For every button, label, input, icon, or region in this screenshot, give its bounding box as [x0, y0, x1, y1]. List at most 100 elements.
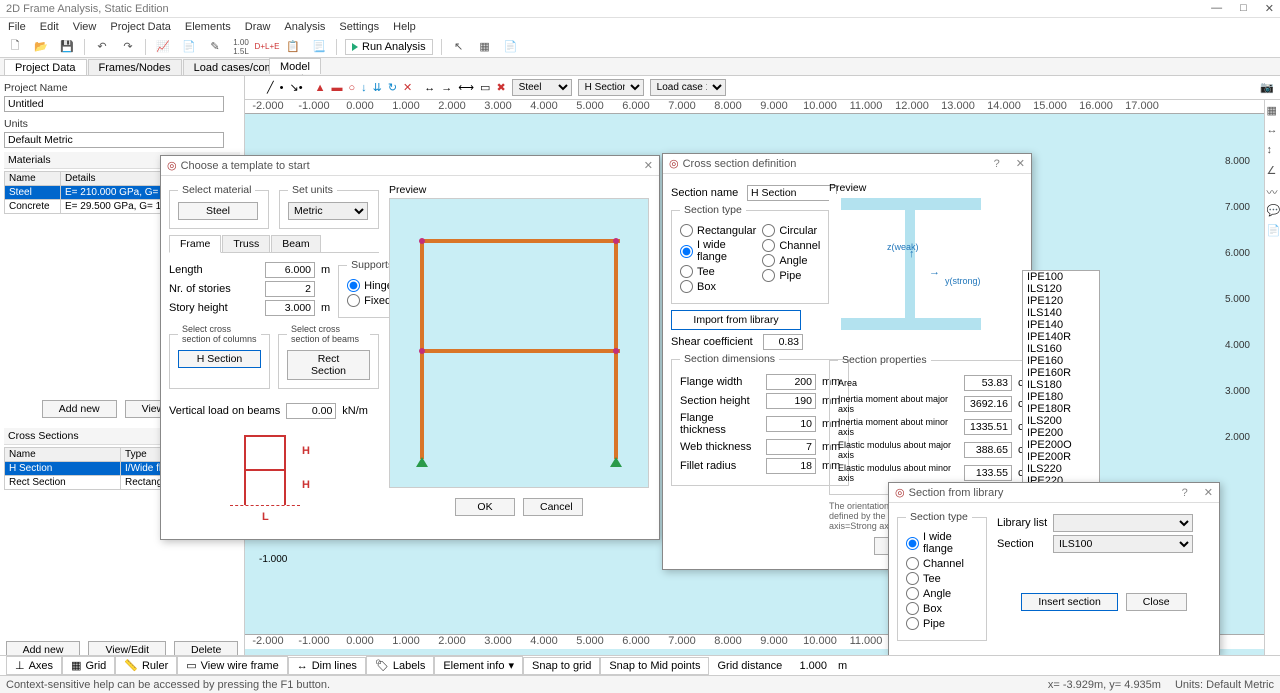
arrow-r-icon[interactable]: → [441, 82, 452, 94]
snap-mid-toggle[interactable]: Snap to Mid points [600, 657, 709, 675]
grid-icon[interactable]: ▦ [476, 38, 494, 56]
lib-item[interactable]: ILS160 [1023, 343, 1099, 355]
lib-item[interactable]: IPE140R [1023, 331, 1099, 343]
story-height-input[interactable] [265, 300, 315, 316]
stories-input[interactable] [265, 281, 315, 297]
grid-toggle[interactable]: ▦Grid [62, 656, 115, 675]
type-iwide-radio[interactable] [680, 245, 693, 258]
length-input[interactable] [265, 262, 315, 278]
lib-item[interactable]: IPE160R [1023, 367, 1099, 379]
labels-toggle[interactable]: 🏷Labels [366, 656, 434, 675]
doc-icon[interactable]: 📋 [284, 38, 302, 56]
dim-icon[interactable]: ⟷ [458, 81, 474, 94]
type-tee-radio[interactable] [680, 265, 693, 278]
tab-model[interactable]: Model [269, 58, 321, 74]
delete-icon[interactable]: ✕ [403, 81, 412, 94]
cs-columns-button[interactable]: H Section [178, 350, 261, 368]
insert-section-button[interactable]: Insert section [1021, 593, 1117, 611]
lib-item[interactable]: ILS180 [1023, 379, 1099, 391]
cs-beams-button[interactable]: Rect Section [287, 350, 370, 380]
lib-channel-radio[interactable] [906, 557, 919, 570]
tab-frame[interactable]: Frame [169, 235, 221, 253]
lib-help-icon[interactable]: ? [1182, 487, 1188, 499]
snap-icon[interactable]: ↘• [289, 81, 302, 94]
support-fixed-icon[interactable]: ▬ [331, 82, 342, 94]
rt-arrow-icon[interactable]: ↔ [1267, 124, 1279, 136]
type-circ-radio[interactable] [762, 224, 775, 237]
type-pipe-radio[interactable] [762, 269, 775, 282]
maximize-icon[interactable]: □ [1240, 2, 1247, 15]
arrow-h-icon[interactable]: ↔ [424, 82, 435, 94]
draw-line-icon[interactable]: ╱ [267, 81, 274, 94]
lib-item[interactable]: IPE200O [1023, 439, 1099, 451]
support-fixed-radio[interactable] [347, 294, 360, 307]
dim-toggle[interactable]: ↔Dim lines [288, 657, 366, 675]
support-hinged-radio[interactable] [347, 279, 360, 292]
dim-input[interactable] [766, 374, 816, 390]
library-list-select[interactable] [1053, 514, 1193, 532]
lib-item[interactable]: IPE200R [1023, 451, 1099, 463]
redo-icon[interactable]: ↷ [119, 38, 137, 56]
template-cancel-button[interactable]: Cancel [523, 498, 583, 516]
lib-tee-radio[interactable] [906, 572, 919, 585]
hinge-icon[interactable]: ○ [348, 82, 355, 94]
menu-draw[interactable]: Draw [245, 21, 271, 33]
undo-icon[interactable]: ↶ [93, 38, 111, 56]
lib-item[interactable]: IPE120 [1023, 295, 1099, 307]
menu-analysis[interactable]: Analysis [284, 21, 325, 33]
menu-help[interactable]: Help [393, 21, 416, 33]
tab-beam[interactable]: Beam [271, 235, 320, 252]
new-icon[interactable]: 🗋 [6, 38, 24, 56]
menu-settings[interactable]: Settings [339, 21, 379, 33]
lib-item[interactable]: ILS140 [1023, 307, 1099, 319]
loadcase-select[interactable]: Load case 1 [650, 79, 726, 96]
snap-grid-toggle[interactable]: Snap to grid [523, 657, 600, 675]
dim-input[interactable] [766, 416, 816, 432]
del2-icon[interactable]: ✖ [496, 81, 505, 94]
rt-angle-icon[interactable]: ∠ [1267, 164, 1279, 176]
rt-curve-icon[interactable]: 〰 [1267, 184, 1279, 196]
page-icon[interactable]: 📃 [310, 38, 328, 56]
menu-project-data[interactable]: Project Data [110, 21, 171, 33]
tab-frames-nodes[interactable]: Frames/Nodes [88, 59, 182, 75]
rt-doc-icon[interactable]: 📄 [1267, 224, 1279, 236]
materials-addnew-button[interactable]: Add new [42, 400, 117, 418]
tab-truss[interactable]: Truss [222, 235, 270, 252]
type-channel-radio[interactable] [762, 239, 775, 252]
camera-icon[interactable]: 📷 [1260, 81, 1274, 94]
lib-item[interactable]: IPE140 [1023, 319, 1099, 331]
material-button[interactable]: Steel [178, 202, 258, 220]
lib-item[interactable]: IPE100 [1023, 271, 1099, 283]
template-close-icon[interactable]: ✕ [644, 159, 653, 172]
edit-icon[interactable]: ✎ [206, 38, 224, 56]
menu-file[interactable]: File [8, 21, 26, 33]
lib-angle-radio[interactable] [906, 587, 919, 600]
library-section-select[interactable]: ILS100 [1053, 535, 1193, 553]
ruler-toggle[interactable]: 📏Ruler [115, 656, 177, 675]
type-angle-radio[interactable] [762, 254, 775, 267]
load-dist-icon[interactable]: ⇊ [373, 81, 382, 94]
tab-project-data[interactable]: Project Data [4, 59, 87, 75]
lib-item[interactable]: ILS120 [1023, 283, 1099, 295]
lib-close-button[interactable]: Close [1126, 593, 1187, 611]
import-library-button[interactable]: Import from library [671, 310, 801, 330]
open-icon[interactable]: 📂 [32, 38, 50, 56]
frame-icon[interactable]: ▭ [480, 81, 490, 94]
material-select[interactable]: Steel [512, 79, 572, 96]
lib-item[interactable]: IPE180 [1023, 391, 1099, 403]
chart-icon[interactable]: 📈 [154, 38, 172, 56]
lib-item[interactable]: ILS220 [1023, 463, 1099, 475]
section-select[interactable]: H Section [578, 79, 644, 96]
ratio-icon[interactable]: 1.001.5L [232, 38, 250, 56]
lib-box-radio[interactable] [906, 602, 919, 615]
lib-item[interactable]: ILS200 [1023, 415, 1099, 427]
dim-input[interactable] [766, 439, 816, 455]
lib-pipe-radio[interactable] [906, 617, 919, 630]
shear-input[interactable] [763, 334, 803, 350]
lib-item[interactable]: IPE180R [1023, 403, 1099, 415]
elinfo-toggle[interactable]: Element info▾ [434, 656, 523, 675]
sheet-icon[interactable]: 📄 [502, 38, 520, 56]
type-rect-radio[interactable] [680, 224, 693, 237]
combo-icon[interactable]: D+L+E [258, 38, 276, 56]
units-select[interactable]: Metric [288, 202, 368, 220]
